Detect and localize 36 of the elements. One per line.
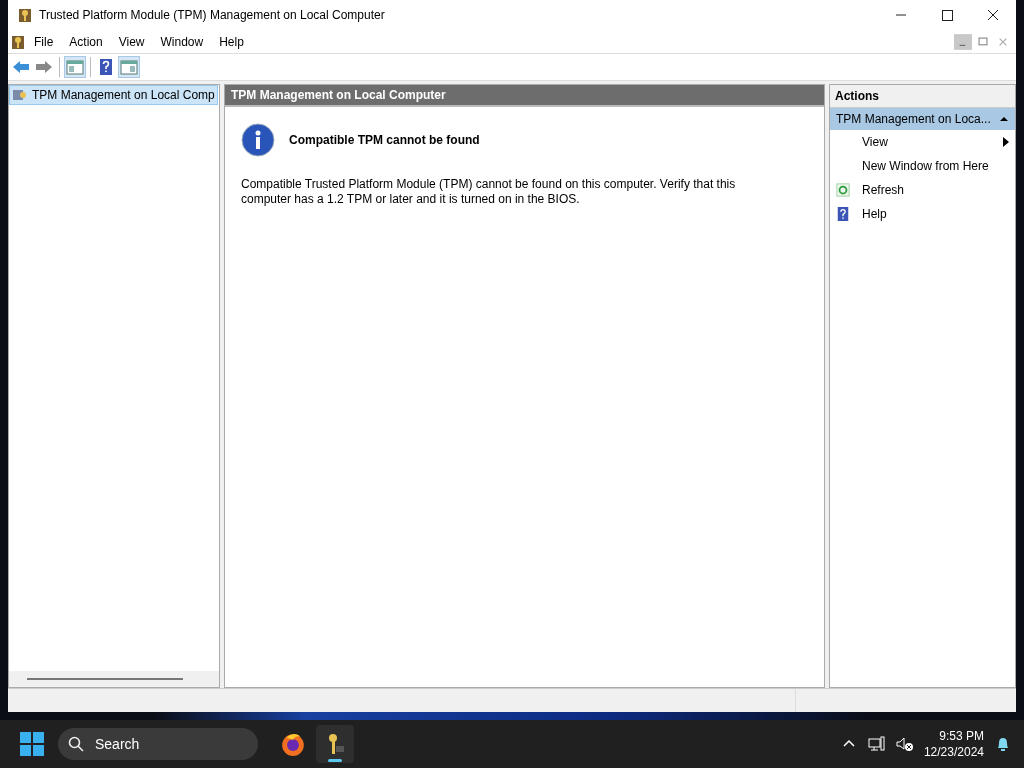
pane-link[interactable]: New Window from Here — [862, 159, 989, 173]
pane-link[interactable]: Refresh — [862, 183, 905, 197]
menu-item[interactable]: Action — [61, 34, 111, 49]
message-text: Compatible Trusted Platform Module (TPM) cannot be found on this computer. Verify that this computer has a 1.2 TPM or later and it is turned on in the BIOS. — [241, 177, 737, 207]
menu-item[interactable]: View — [110, 34, 153, 49]
clock-date[interactable]: 12/23/2024 — [923, 744, 984, 760]
search-field[interactable]: Search — [93, 735, 237, 753]
browser-icon[interactable] — [280, 731, 306, 757]
window-title: Trusted Platform Module (TPM) Management on Local Computer — [39, 8, 385, 22]
menu-item[interactable]: File — [26, 34, 62, 49]
clock-time[interactable]: 9:53 PM — [939, 728, 984, 744]
search-box[interactable]: Search — [58, 728, 258, 760]
windows-start-icon[interactable] — [20, 732, 44, 756]
pane-link[interactable]: Help — [862, 207, 887, 221]
scrollbar-thumb[interactable] — [27, 678, 183, 680]
pane-link[interactable]: View — [862, 135, 888, 149]
info-icon — [241, 123, 275, 157]
actions-section-header[interactable]: TPM Management on Loca... — [830, 108, 1015, 130]
key-icon — [10, 33, 26, 50]
message-heading: Compatible TPM cannot be found — [289, 133, 480, 147]
key-icon — [17, 7, 33, 23]
speaker-muted-icon[interactable] — [895, 736, 914, 752]
computer-key-icon — [12, 87, 28, 103]
refresh-icon[interactable] — [836, 182, 850, 198]
console-tree-icon[interactable] — [65, 57, 85, 77]
network-icon[interactable] — [867, 736, 886, 752]
collapse-triangle-icon[interactable] — [999, 114, 1009, 124]
submenu-arrow-icon[interactable] — [1003, 137, 1009, 147]
actions-header: Actions — [830, 85, 1015, 108]
pane-header: TPM Management on Local Computer — [225, 85, 824, 107]
search-icon[interactable] — [68, 736, 84, 752]
tree-item[interactable]: TPM Management on Local Comp — [10, 86, 217, 104]
menu-item[interactable]: Help — [211, 34, 252, 49]
menu-item[interactable]: Window — [152, 34, 212, 49]
taskbar-app-button[interactable] — [316, 725, 354, 763]
help-icon[interactable] — [836, 206, 850, 222]
